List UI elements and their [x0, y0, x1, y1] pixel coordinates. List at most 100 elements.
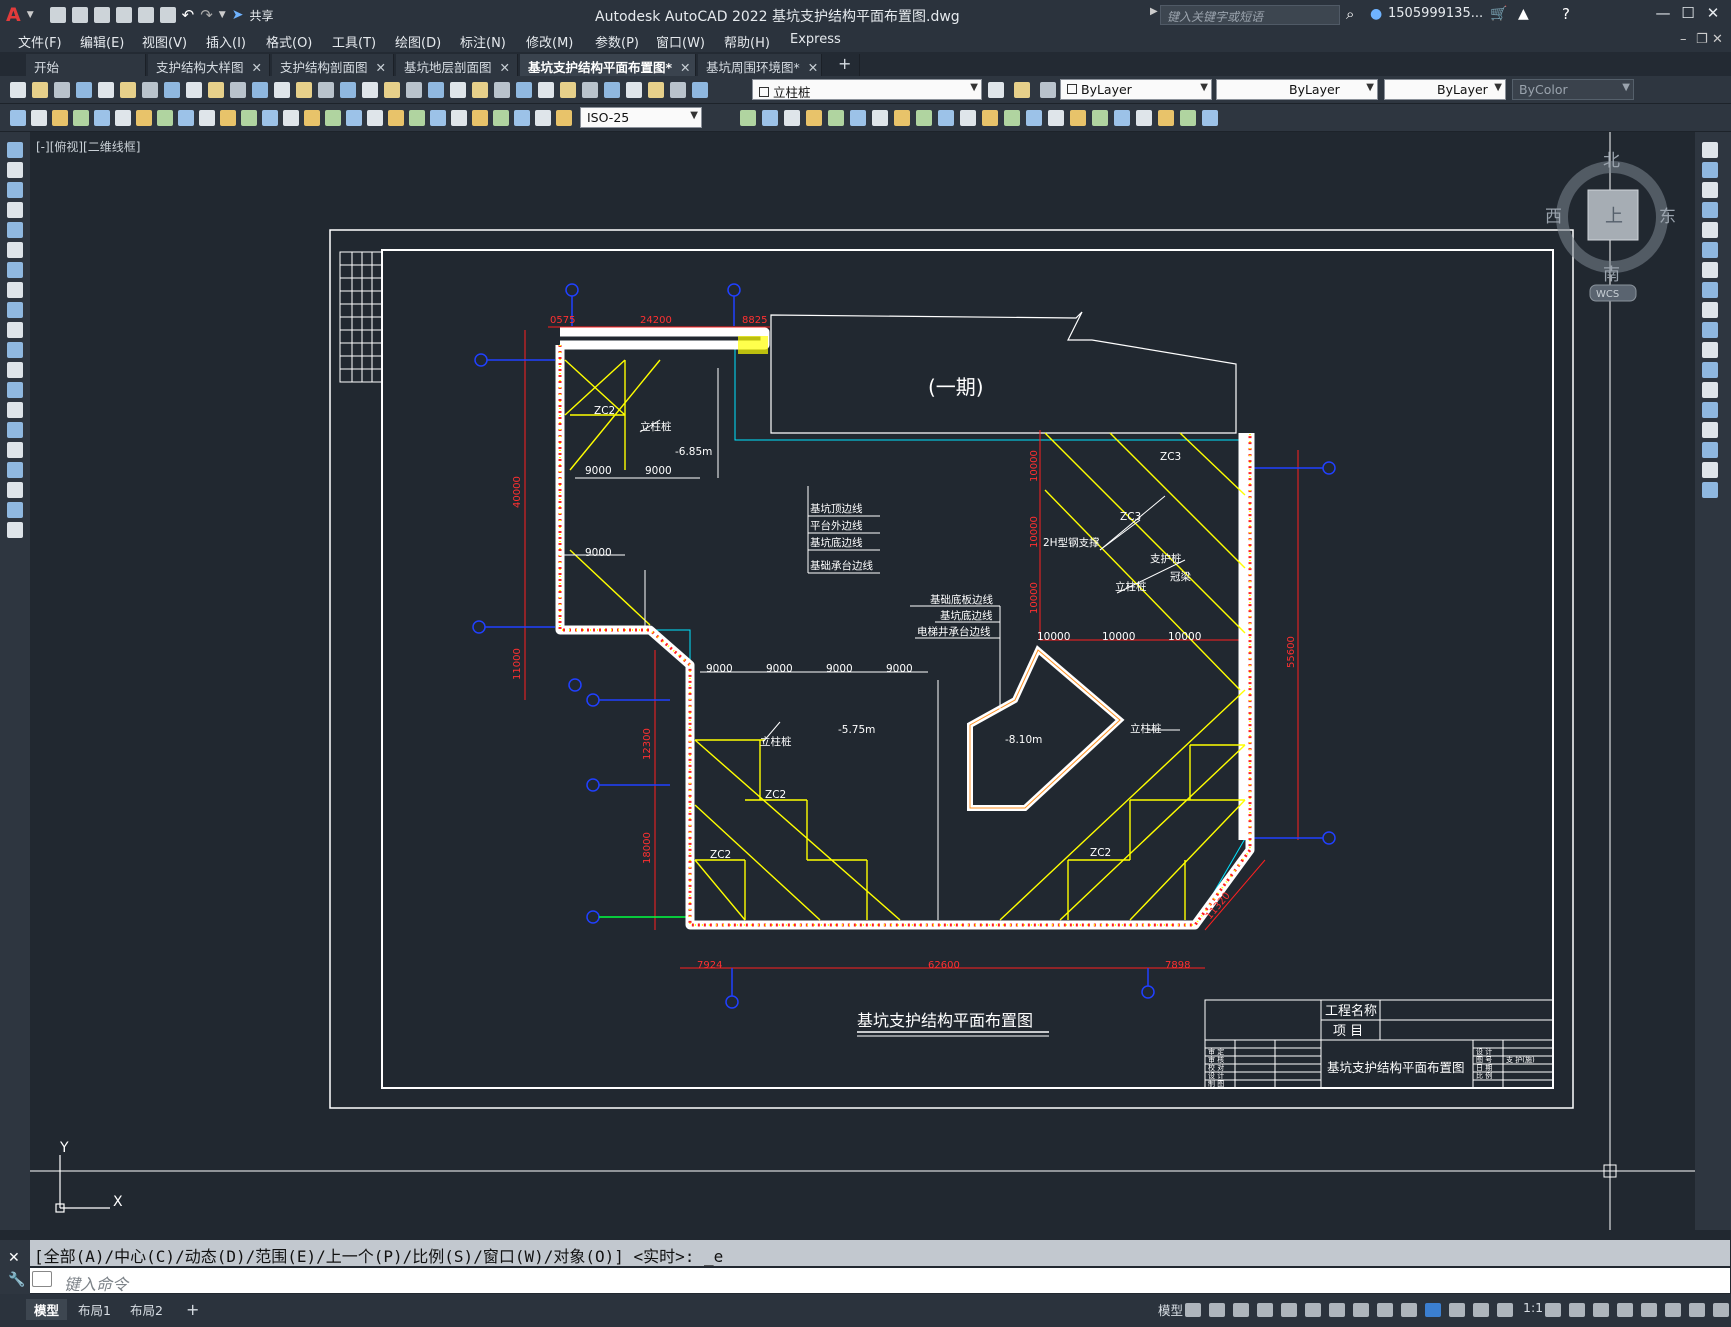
xref-icon[interactable]	[556, 110, 572, 126]
lineweight-combo[interactable]: ByLayer ▼	[1384, 79, 1506, 100]
isolate-icon[interactable]	[1689, 1303, 1705, 1317]
arc-length-icon[interactable]	[872, 110, 888, 126]
color-combo[interactable]: ByLayer ▼	[1060, 79, 1212, 100]
snap-icon[interactable]	[1209, 1303, 1225, 1317]
dim-text-edit-icon[interactable]	[388, 110, 404, 126]
layer-walk-icon[interactable]	[472, 110, 488, 126]
tab-start[interactable]: 开始	[26, 54, 146, 76]
multiline-text-icon[interactable]	[7, 502, 23, 518]
tolerance-icon[interactable]	[1114, 110, 1130, 126]
quick-dim-icon[interactable]	[1004, 110, 1020, 126]
jogged-linear-icon[interactable]	[346, 110, 362, 126]
menu-format[interactable]: 格式(O)	[266, 32, 312, 51]
lock-ui-icon[interactable]	[1665, 1303, 1681, 1317]
isodraft-icon[interactable]	[1305, 1303, 1321, 1317]
rotate-icon[interactable]	[1702, 262, 1718, 278]
undo-icon[interactable]: ↶	[182, 6, 195, 24]
annotation-scale[interactable]: 1:1	[1515, 1299, 1551, 1316]
baseline-icon[interactable]	[199, 110, 215, 126]
region-icon[interactable]	[7, 462, 23, 478]
gradient-icon[interactable]	[7, 442, 23, 458]
maximize-button[interactable]: ☐	[1675, 4, 1701, 26]
jogged-linear-icon[interactable]	[1180, 110, 1196, 126]
extend-icon[interactable]	[1702, 342, 1718, 358]
dim-edit-icon[interactable]	[1202, 110, 1218, 126]
continue-icon[interactable]	[220, 110, 236, 126]
tolerance-icon[interactable]	[283, 110, 299, 126]
command-prompt-icon[interactable]	[32, 1271, 52, 1287]
calculator-icon[interactable]	[472, 82, 488, 98]
array-icon[interactable]	[1702, 222, 1718, 238]
menu-tools[interactable]: 工具(T)	[332, 32, 376, 51]
layer-state-icon[interactable]	[538, 82, 554, 98]
publish-icon[interactable]	[120, 82, 136, 98]
print-icon[interactable]	[76, 82, 92, 98]
cut-icon[interactable]	[142, 82, 158, 98]
publish-icon[interactable]	[988, 82, 1004, 98]
dim-update-icon[interactable]	[409, 110, 425, 126]
layout-tab-2[interactable]: 布局2	[122, 1299, 171, 1320]
copy-icon[interactable]	[1040, 82, 1056, 98]
menu-edit[interactable]: 编辑(E)	[80, 32, 124, 51]
tab-plan-layout[interactable]: 基坑支护结构平面布置图* ✕	[520, 54, 696, 76]
infer-icon[interactable]	[1233, 1303, 1249, 1317]
layer-isolate-icon[interactable]	[582, 82, 598, 98]
construction-line-icon[interactable]	[7, 162, 23, 178]
break-at-point-icon[interactable]	[1702, 362, 1718, 378]
command-line-grip[interactable]: ✕ 🔧	[0, 1240, 30, 1294]
tab-environment[interactable]: 基坑周围环境图* ✕	[698, 54, 822, 76]
units-icon[interactable]	[1617, 1303, 1633, 1317]
save-icon[interactable]	[648, 82, 664, 98]
explode-icon[interactable]	[1702, 482, 1718, 498]
ellipse-arc-icon[interactable]	[7, 342, 23, 358]
blend-icon[interactable]	[1702, 462, 1718, 478]
menu-modify[interactable]: 修改(M)	[526, 32, 573, 51]
open-file-icon[interactable]	[71, 7, 88, 23]
close-button[interactable]: ✕	[1700, 4, 1726, 26]
fillet-icon[interactable]	[1702, 442, 1718, 458]
polar-icon[interactable]	[1281, 1303, 1297, 1317]
viewport-controls[interactable]: [-][俯视][二维线框]	[36, 138, 140, 155]
zoom-previous-icon[interactable]	[340, 82, 356, 98]
doc-restore-icon[interactable]: ❐	[1696, 32, 1708, 47]
menu-insert[interactable]: 插入(I)	[206, 32, 246, 51]
radius-icon[interactable]	[94, 110, 110, 126]
viewcube-east[interactable]: 东	[1659, 207, 1676, 227]
inspect-icon[interactable]	[1158, 110, 1174, 126]
pan-icon[interactable]	[274, 82, 290, 98]
aligned-dim-icon[interactable]	[31, 110, 47, 126]
close-command-icon[interactable]: ✕	[8, 1250, 20, 1266]
viewcube-north[interactable]: 北	[1603, 151, 1620, 171]
baseline-icon[interactable]	[1026, 110, 1042, 126]
plot-preview-icon[interactable]	[692, 82, 708, 98]
app-menu-chevron-icon[interactable]: ▼	[27, 10, 34, 20]
viewcube-west[interactable]: 西	[1545, 207, 1562, 227]
break-icon[interactable]	[262, 110, 278, 126]
ordinate-icon[interactable]	[894, 110, 910, 126]
paste-icon[interactable]	[186, 82, 202, 98]
workspace-icon[interactable]	[1569, 1303, 1585, 1317]
join-icon[interactable]	[1702, 402, 1718, 418]
layer-combo[interactable]: 立柱桩 ▼	[752, 79, 982, 100]
revision-cloud-icon[interactable]	[7, 282, 23, 298]
print-icon[interactable]	[159, 7, 176, 23]
layer-properties-icon[interactable]	[516, 82, 532, 98]
linetype-combo[interactable]: ByLayer ▼	[1216, 79, 1378, 100]
layout-tab-1[interactable]: 布局1	[70, 1299, 119, 1320]
close-tab-icon[interactable]: ✕	[500, 60, 510, 75]
ordinate-icon[interactable]	[73, 110, 89, 126]
inspect-icon[interactable]	[325, 110, 341, 126]
diameter-icon[interactable]	[136, 110, 152, 126]
user-name[interactable]: 1505999135...	[1388, 6, 1483, 21]
jogged-icon[interactable]	[115, 110, 131, 126]
dim-edit-icon[interactable]	[367, 110, 383, 126]
ortho-icon[interactable]	[1257, 1303, 1273, 1317]
mirror-icon[interactable]	[1702, 182, 1718, 198]
grid-icon[interactable]	[1185, 1303, 1201, 1317]
angular-icon[interactable]	[157, 110, 173, 126]
stretch-icon[interactable]	[1702, 302, 1718, 318]
autodesk-app-icon[interactable]: ▲	[1518, 6, 1529, 22]
help-icon[interactable]: ?	[1562, 5, 1570, 23]
save-as-icon[interactable]	[115, 7, 132, 23]
save-icon[interactable]	[54, 82, 70, 98]
